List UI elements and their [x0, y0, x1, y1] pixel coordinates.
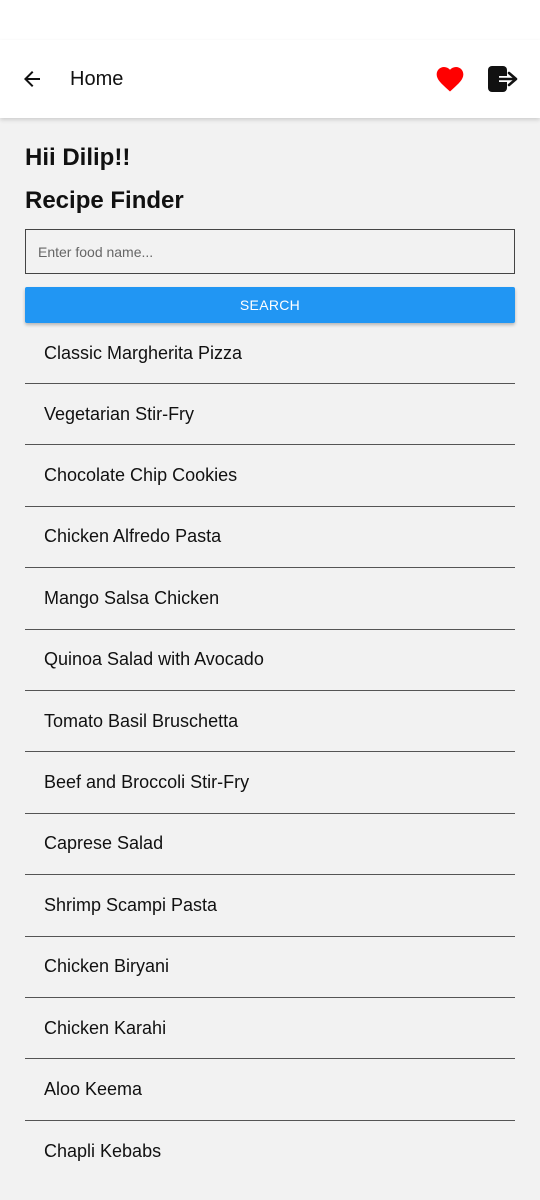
recipe-list: Classic Margherita Pizza Vegetarian Stir… — [25, 324, 515, 1182]
search-button[interactable]: SEARCH — [25, 287, 515, 323]
recipe-item[interactable]: Caprese Salad — [25, 814, 515, 876]
recipe-item[interactable]: Mango Salsa Chicken — [25, 568, 515, 630]
recipe-item[interactable]: Tomato Basil Bruschetta — [25, 691, 515, 753]
arrow-left-icon — [24, 71, 40, 87]
greeting-text: Hii Dilip!! — [25, 144, 131, 171]
app-title: Home — [70, 68, 124, 90]
recipe-item[interactable]: Chicken Karahi — [25, 998, 515, 1060]
search-input[interactable] — [25, 229, 515, 274]
recipe-item[interactable]: Chicken Biryani — [25, 937, 515, 998]
recipe-item[interactable]: Chocolate Chip Cookies — [25, 445, 515, 507]
recipe-item[interactable]: Aloo Keema — [25, 1059, 515, 1121]
recipe-item[interactable]: Classic Margherita Pizza — [25, 324, 515, 384]
app-bar: Home — [0, 40, 540, 118]
favorites-button[interactable] — [432, 62, 468, 96]
recipe-item[interactable]: Chapli Kebabs — [25, 1121, 515, 1182]
page-title: Recipe Finder — [25, 187, 184, 214]
logout-button[interactable] — [486, 63, 520, 95]
recipe-item[interactable]: Chicken Alfredo Pasta — [25, 507, 515, 569]
recipe-item[interactable]: Beef and Broccoli Stir-Fry — [25, 752, 515, 814]
recipe-item[interactable]: Quinoa Salad with Avocado — [25, 630, 515, 691]
logout-icon — [488, 66, 518, 92]
status-bar — [0, 0, 540, 40]
heart-icon — [436, 67, 464, 92]
recipe-item[interactable]: Shrimp Scampi Pasta — [25, 875, 515, 937]
recipe-item[interactable]: Vegetarian Stir-Fry — [25, 384, 515, 446]
back-button[interactable] — [16, 63, 48, 95]
